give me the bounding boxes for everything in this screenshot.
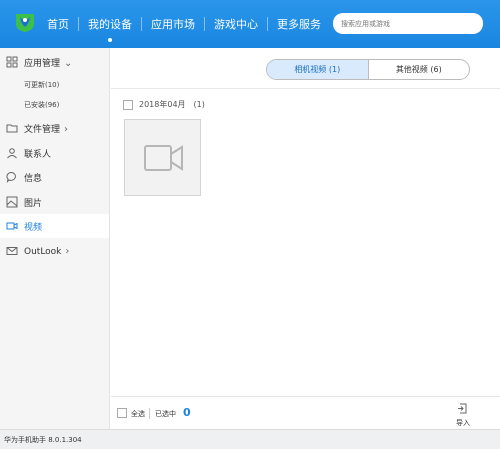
sidebar-item-videos[interactable]: 视频: [0, 214, 109, 238]
video-icon: [6, 222, 18, 230]
sidebar-subitem-updatable[interactable]: 可更新(10): [24, 80, 59, 90]
sidebar-item-contacts[interactable]: 联系人: [0, 141, 109, 165]
sidebar-item-label: 信息: [24, 173, 43, 184]
chevron-right-icon: ›: [64, 123, 69, 135]
chevron-right-icon: ›: [65, 245, 70, 257]
video-tabs: 相机视频 (1) 其他视频 (6): [266, 59, 470, 80]
sidebar-item-label: 图片: [24, 198, 43, 209]
main-content: 相机视频 (1) 其他视频 (6) 2018年04月 (1): [111, 48, 500, 429]
group-checkbox[interactable]: [123, 99, 133, 110]
sidebar-item-file-manage[interactable]: 文件管理 ›: [0, 116, 109, 140]
sidebar-subitem-installed[interactable]: 已安装(96): [24, 100, 59, 110]
selected-label: 已选中: [155, 410, 176, 418]
nav-my-device-label: 我的设备: [88, 18, 132, 31]
group-count: (1): [193, 100, 205, 109]
chat-bubble-icon: [6, 171, 16, 183]
version-text: 华为手机助手 8.0.1.304: [4, 436, 82, 444]
grid-icon: [6, 56, 18, 68]
import-button[interactable]: 导入: [452, 403, 474, 428]
sidebar-item-label: 视频: [24, 222, 43, 233]
person-icon: [7, 148, 17, 159]
select-all-checkbox[interactable]: [117, 408, 127, 418]
chevron-down-icon: ⌄: [64, 57, 73, 69]
nav-app-market-label: 应用市场: [151, 18, 195, 31]
import-icon: [458, 403, 467, 414]
main-nav: 首页 我的设备 应用市场 游戏中心 更多服务: [38, 0, 330, 48]
nav-more-services[interactable]: 更多服务: [268, 0, 330, 48]
status-bar: 华为手机助手 8.0.1.304: [0, 429, 500, 449]
import-label: 导入: [456, 419, 470, 427]
image-icon: [6, 196, 18, 208]
select-all-label[interactable]: 全选: [131, 409, 145, 419]
nav-game-center[interactable]: 游戏中心: [205, 0, 267, 48]
selected-count: 0: [183, 406, 191, 419]
search-input[interactable]: [333, 13, 483, 34]
sidebar-item-label: 应用管理 ⌄: [24, 56, 72, 69]
top-header: 首页 我的设备 应用市场 游戏中心 更多服务: [0, 0, 500, 48]
active-indicator-dot: [108, 38, 112, 42]
mail-icon: [6, 247, 18, 255]
folder-icon: [6, 124, 18, 133]
nav-home-label: 首页: [47, 18, 69, 31]
tab-other-videos[interactable]: 其他视频 (6): [369, 60, 470, 79]
sidebar-item-outlook[interactable]: OutLook ›: [0, 239, 109, 263]
sidebar: 应用管理 ⌄ 可更新(10) 已安装(96) 文件管理 › 联系人 信息 图片 视频…: [0, 48, 110, 429]
app-logo-icon[interactable]: [13, 10, 37, 34]
sidebar-item-pictures[interactable]: 图片: [0, 190, 109, 214]
video-camera-icon: [144, 145, 183, 171]
tab-camera-videos[interactable]: 相机视频 (1): [267, 60, 368, 79]
group-date: 2018年04月: [139, 100, 186, 109]
video-thumbnail[interactable]: [124, 119, 201, 196]
outlook-label: OutLook: [24, 246, 62, 257]
sidebar-item-label: 联系人: [24, 149, 52, 160]
app-manage-label: 应用管理: [24, 58, 61, 69]
toolbar: 相机视频 (1) 其他视频 (6): [111, 48, 500, 89]
nav-game-center-label: 游戏中心: [214, 18, 258, 31]
sidebar-item-app-manage[interactable]: 应用管理 ⌄: [0, 50, 109, 74]
video-group-header: 2018年04月 (1): [123, 99, 205, 110]
sidebar-item-messages[interactable]: 信息: [0, 165, 109, 189]
bottom-action-bar: 全选 已选中 0 导入: [111, 396, 500, 429]
nav-my-device[interactable]: 我的设备: [79, 0, 141, 48]
nav-app-market[interactable]: 应用市场: [142, 0, 204, 48]
nav-home[interactable]: 首页: [38, 0, 78, 48]
file-manage-label: 文件管理: [24, 124, 61, 135]
nav-more-services-label: 更多服务: [277, 18, 321, 31]
divider: [149, 408, 150, 419]
sidebar-item-label: 文件管理 ›: [24, 122, 68, 135]
sidebar-item-label: OutLook ›: [24, 246, 69, 257]
